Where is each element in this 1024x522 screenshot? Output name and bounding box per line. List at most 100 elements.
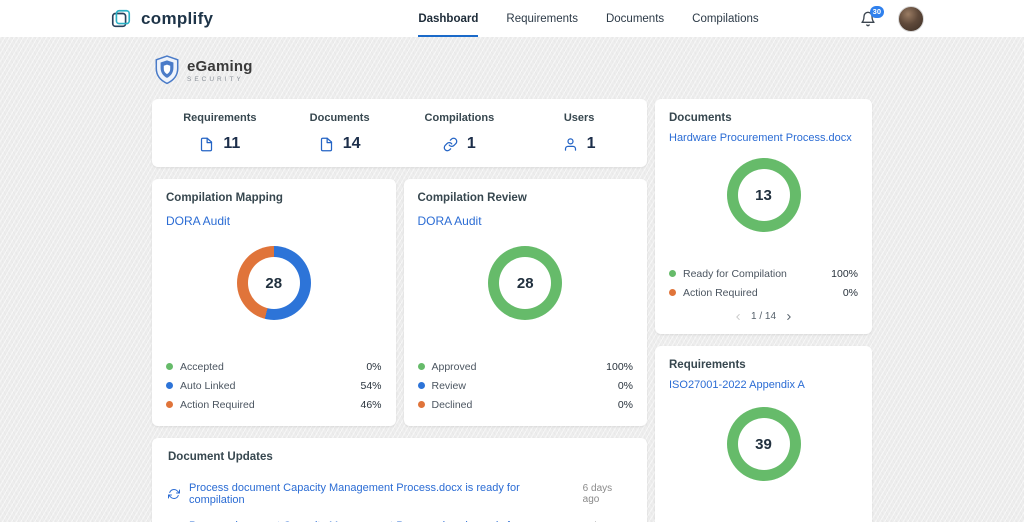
legend-item: Declined 0% bbox=[417, 395, 633, 414]
dora-audit-link[interactable]: DORA Audit bbox=[418, 214, 482, 228]
card-title: Compilation Mapping bbox=[166, 192, 283, 204]
legend-value: 100% bbox=[831, 267, 858, 280]
file-icon bbox=[199, 137, 214, 152]
stat-value: 1 bbox=[466, 135, 476, 152]
stat-compilations: Compilations 1 bbox=[400, 112, 520, 153]
legend-label: Accepted bbox=[180, 360, 224, 373]
legend-value: 0% bbox=[617, 379, 633, 392]
stat-value: 11 bbox=[223, 135, 241, 152]
stat-users: Users 1 bbox=[519, 112, 639, 153]
donut-total: 28 bbox=[516, 274, 534, 292]
legend-label: Approved bbox=[431, 360, 477, 373]
legend-value: 46% bbox=[360, 398, 382, 411]
legend-value: 0% bbox=[617, 398, 633, 411]
org-subtitle: SECURITY bbox=[187, 75, 244, 83]
legend-dot bbox=[166, 382, 173, 389]
legend-item: Action Required 0% bbox=[669, 283, 858, 302]
legend-value: 54% bbox=[360, 379, 382, 392]
stat-label: Compilations bbox=[424, 112, 495, 124]
update-row: Process document Capacity Management Pro… bbox=[168, 513, 631, 522]
legend-dot bbox=[669, 270, 676, 277]
org-name: eGaming bbox=[187, 57, 253, 75]
legend-label: Declined bbox=[431, 398, 473, 411]
legend-dot bbox=[669, 289, 676, 296]
donut-total: 39 bbox=[755, 435, 772, 453]
stats-card: Requirements 11 Documents 14 Compilation… bbox=[152, 99, 647, 167]
brand-logo[interactable]: complify bbox=[110, 0, 213, 37]
nav-compilations[interactable]: Compilations bbox=[692, 0, 758, 37]
update-link[interactable]: Process document Capacity Management Pro… bbox=[189, 482, 574, 506]
legend-dot bbox=[417, 382, 425, 389]
stat-value: 14 bbox=[342, 135, 361, 152]
dora-audit-link[interactable]: DORA Audit bbox=[166, 214, 230, 228]
legend-value: 100% bbox=[606, 360, 633, 373]
legend-item: Ready for Compilation 100% bbox=[669, 264, 858, 283]
legend-item: Approved 100% bbox=[417, 357, 633, 376]
stat-label: Documents bbox=[309, 112, 370, 124]
update-time: 6 days ago bbox=[582, 483, 613, 505]
app-header: complify Dashboard Requirements Document… bbox=[0, 0, 1024, 37]
legend: Ready for Compilation 100% Action Requir… bbox=[669, 264, 858, 302]
donut-chart: 28 bbox=[488, 246, 563, 320]
legend-value: 0% bbox=[366, 360, 382, 373]
legend-label: Auto Linked bbox=[180, 379, 236, 392]
legend-dot bbox=[417, 363, 425, 370]
stat-requirements: Requirements 11 bbox=[160, 112, 280, 153]
stat-label: Requirements bbox=[183, 112, 257, 124]
nav-documents[interactable]: Documents bbox=[606, 0, 664, 37]
stat-value: 1 bbox=[586, 135, 596, 152]
chevron-right-icon[interactable] bbox=[784, 312, 794, 322]
document-updates-card: Document Updates Process document Capaci… bbox=[152, 438, 647, 522]
legend-dot bbox=[166, 401, 173, 408]
legend-value: 0% bbox=[842, 286, 858, 299]
side-column: Documents Hardware Procurement Process.d… bbox=[655, 99, 872, 522]
complify-logo-icon bbox=[110, 8, 132, 30]
stat-documents: Documents 14 bbox=[280, 112, 400, 153]
main-column: Requirements 11 Documents 14 Compilation… bbox=[152, 99, 647, 522]
legend-item: Auto Linked 54% bbox=[166, 376, 382, 395]
nav-requirements[interactable]: Requirements bbox=[506, 0, 578, 37]
legend-item: Accepted 0% bbox=[166, 357, 382, 376]
nav-dashboard[interactable]: Dashboard bbox=[418, 0, 479, 37]
legend: Accepted 0% Auto Linked 54% Action Requi… bbox=[166, 357, 382, 414]
update-row: Process document Capacity Management Pro… bbox=[168, 475, 631, 513]
chevron-left-icon[interactable] bbox=[733, 312, 743, 322]
card-title: Compilation Review bbox=[417, 192, 527, 204]
org-logo: eGaming SECURITY bbox=[154, 55, 872, 85]
requirement-link[interactable]: ISO27001-2022 Appendix A bbox=[669, 379, 805, 391]
document-link[interactable]: Hardware Procurement Process.docx bbox=[669, 132, 852, 144]
stat-label: Users bbox=[563, 112, 595, 124]
compilation-mapping-card: Compilation Mapping DORA Audit 28 Accept… bbox=[152, 179, 396, 426]
donut-total: 28 bbox=[265, 274, 283, 292]
card-title: Documents bbox=[669, 112, 732, 124]
legend-label: Action Required bbox=[683, 286, 758, 299]
legend-item: Review 0% bbox=[417, 376, 633, 395]
notifications-button[interactable]: 30 bbox=[860, 5, 884, 27]
donut-chart: 39 bbox=[726, 407, 801, 481]
brand-name: complify bbox=[141, 8, 214, 28]
page-indicator: 1 / 14 bbox=[750, 311, 777, 322]
notification-count-badge: 30 bbox=[869, 5, 884, 18]
legend-dot bbox=[417, 401, 425, 408]
sync-icon bbox=[168, 488, 180, 500]
requirements-card: Requirements ISO27001-2022 Appendix A 39… bbox=[655, 346, 872, 522]
card-title: Document Updates bbox=[168, 451, 273, 463]
compilation-review-card: Compilation Review DORA Audit 28 Approve… bbox=[403, 179, 647, 426]
legend-item: Action Required 46% bbox=[166, 395, 382, 414]
header-actions: 30 bbox=[860, 0, 924, 37]
legend-label: Review bbox=[431, 379, 466, 392]
pagination: 1 / 14 bbox=[669, 311, 858, 322]
user-icon bbox=[563, 137, 578, 152]
legend-label: Action Required bbox=[180, 398, 255, 411]
legend-dot bbox=[166, 363, 173, 370]
link-icon bbox=[443, 137, 458, 152]
donut-chart: 13 bbox=[726, 158, 801, 232]
legend: Approved 100% Review 0% Declined 0% bbox=[417, 357, 633, 414]
legend-label: Ready for Compilation bbox=[683, 267, 787, 280]
dashboard-page: eGaming SECURITY Requirements 11 Documen… bbox=[0, 37, 1024, 522]
donut-total: 13 bbox=[755, 186, 772, 204]
donut-chart: 28 bbox=[236, 246, 311, 320]
file-icon bbox=[319, 137, 334, 152]
documents-card: Documents Hardware Procurement Process.d… bbox=[655, 99, 872, 334]
user-avatar[interactable] bbox=[898, 5, 924, 32]
